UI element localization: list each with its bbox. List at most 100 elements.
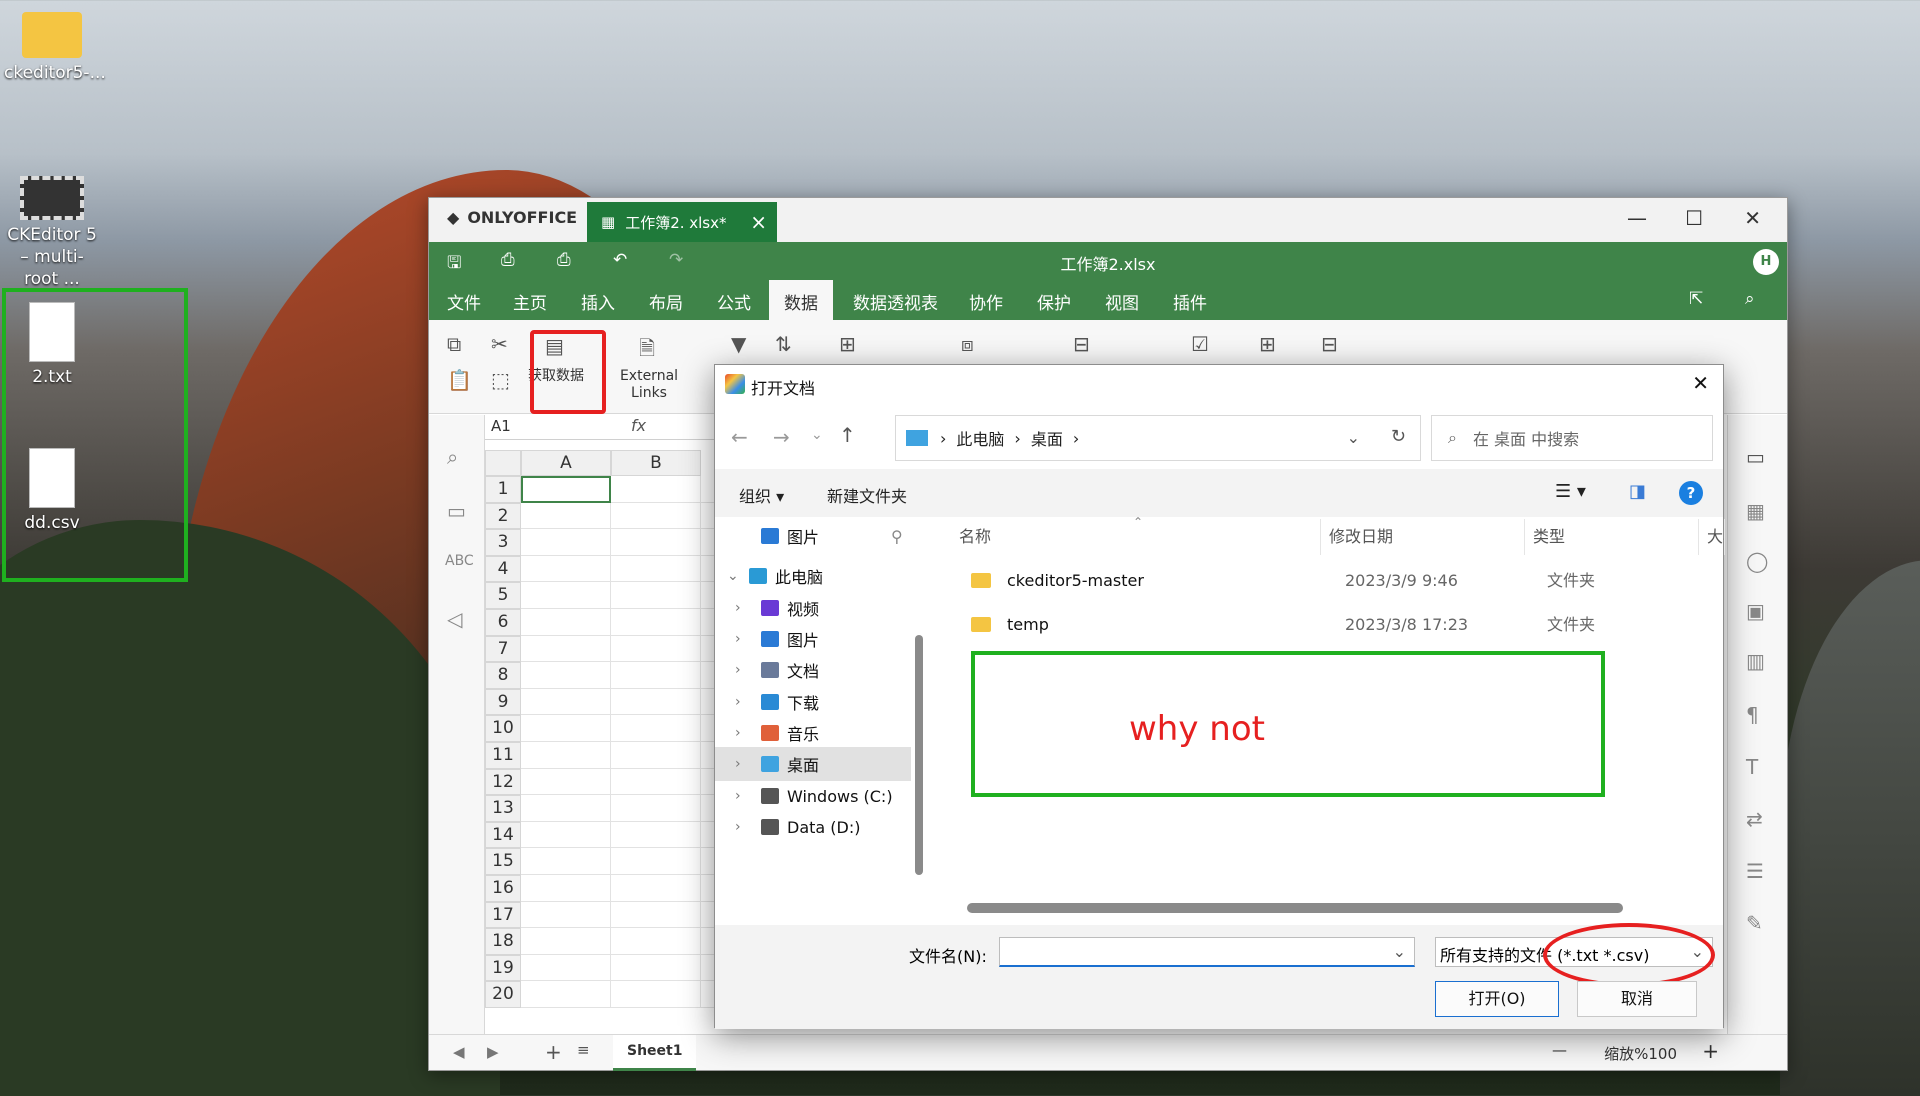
search-input[interactable]: ⌕ 在 桌面 中搜索 bbox=[1431, 415, 1713, 461]
forward-icon[interactable]: → bbox=[773, 425, 790, 449]
selected-cell[interactable] bbox=[521, 476, 611, 503]
tab-file[interactable]: 文件 bbox=[447, 289, 481, 314]
row-header[interactable]: 10 bbox=[485, 715, 521, 742]
nav-item[interactable]: ⌄ 此电脑 bbox=[715, 559, 911, 593]
expand-right-icon[interactable]: › bbox=[735, 631, 741, 647]
column-size[interactable]: 大小 bbox=[1699, 519, 1725, 555]
breadcrumb-this-pc[interactable]: 此电脑 bbox=[956, 426, 1004, 450]
horizontal-scrollbar[interactable] bbox=[967, 903, 1623, 913]
search-icon[interactable]: ⌕ bbox=[1745, 289, 1755, 309]
nav-item[interactable]: › 图片 bbox=[715, 622, 911, 656]
organize-menu[interactable]: 组织 ▾ bbox=[739, 483, 784, 507]
row-header[interactable]: 18 bbox=[485, 928, 521, 955]
nav-item[interactable]: › Windows (C:) bbox=[715, 779, 911, 813]
cell-settings-icon[interactable]: ▭ bbox=[1746, 445, 1765, 469]
nav-item[interactable]: › 下载 bbox=[715, 685, 911, 719]
fx-icon[interactable]: fx bbox=[631, 416, 646, 435]
paste-icon[interactable]: 📋 bbox=[447, 368, 472, 392]
expand-right-icon[interactable]: › bbox=[735, 756, 741, 772]
comments-icon[interactable]: ▭ bbox=[447, 499, 466, 523]
column-header-b[interactable]: B bbox=[611, 450, 701, 476]
signature-icon[interactable]: ✎ bbox=[1746, 911, 1763, 935]
address-bar[interactable]: › 此电脑 › 桌面 › ⌄ ↻ bbox=[895, 415, 1421, 461]
desktop-icon-2txt[interactable]: 2.txt bbox=[4, 302, 100, 388]
nav-item[interactable]: 图片 ⚲ bbox=[715, 519, 911, 553]
filename-dropdown-icon[interactable]: ⌄ bbox=[1393, 942, 1406, 961]
expand-right-icon[interactable]: › bbox=[735, 788, 741, 804]
remove-duplicates-icon[interactable]: ⧈ bbox=[961, 332, 974, 356]
document-tab[interactable]: ▦ 工作簿2. xlsx* × bbox=[587, 202, 777, 242]
help-icon[interactable]: ? bbox=[1679, 481, 1703, 505]
file-row[interactable]: temp 2023/3/8 17:23 文件夹 bbox=[939, 603, 1699, 647]
tab-view[interactable]: 视图 bbox=[1105, 289, 1139, 314]
external-links-button[interactable]: 🗎 External Links bbox=[609, 330, 689, 406]
nav-item[interactable]: › Data (D:) bbox=[715, 810, 911, 844]
filter-icon[interactable]: ▼ bbox=[731, 332, 746, 356]
column-date[interactable]: 修改日期 bbox=[1321, 519, 1525, 555]
nav-scrollbar[interactable] bbox=[915, 635, 923, 875]
nav-item[interactable]: › 文档 bbox=[715, 653, 911, 687]
open-location-icon[interactable]: ⇱ bbox=[1689, 289, 1703, 309]
back-icon[interactable]: ← bbox=[731, 425, 748, 449]
row-header[interactable]: 9 bbox=[485, 688, 521, 716]
row-header[interactable]: 5 bbox=[485, 582, 521, 609]
tab-layout[interactable]: 布局 bbox=[649, 289, 683, 314]
tab-home[interactable]: 主页 bbox=[513, 289, 547, 314]
cut-icon[interactable]: ✂ bbox=[491, 332, 508, 356]
tab-protect[interactable]: 保护 bbox=[1037, 289, 1071, 314]
insert-column-icon[interactable]: ⊞ bbox=[1259, 332, 1276, 356]
row-header[interactable]: 14 bbox=[485, 821, 521, 849]
refresh-icon[interactable]: ↻ bbox=[1391, 426, 1406, 447]
zoom-out-icon[interactable]: — bbox=[1552, 1041, 1567, 1059]
row-header[interactable]: 4 bbox=[485, 555, 521, 583]
expand-right-icon[interactable]: › bbox=[735, 725, 741, 741]
close-tab-icon[interactable]: × bbox=[750, 210, 767, 234]
next-sheet-icon[interactable]: ▶ bbox=[487, 1043, 499, 1061]
nav-item[interactable]: › 桌面 bbox=[715, 747, 911, 781]
file-row[interactable]: ckeditor5-master 2023/3/9 9:46 文件夹 bbox=[939, 559, 1699, 603]
row-header[interactable]: 13 bbox=[485, 795, 521, 822]
recent-locations-icon[interactable]: ⌄ bbox=[811, 427, 823, 443]
expand-right-icon[interactable]: › bbox=[735, 819, 741, 835]
group-icon[interactable]: ⊟ bbox=[1073, 332, 1090, 356]
row-header[interactable]: 8 bbox=[485, 662, 521, 689]
desktop-icon-video[interactable]: CKEditor 5 – multi-root ... bbox=[4, 176, 100, 290]
row-header[interactable]: 3 bbox=[485, 529, 521, 556]
tab-insert[interactable]: 插入 bbox=[581, 289, 615, 314]
tab-formula[interactable]: 公式 bbox=[717, 289, 751, 314]
pivot-settings-icon[interactable]: ⇄ bbox=[1746, 807, 1763, 831]
column-header[interactable] bbox=[485, 450, 521, 476]
data-validation-icon[interactable]: ☑ bbox=[1191, 332, 1209, 356]
row-header[interactable]: 7 bbox=[485, 635, 521, 663]
column-type[interactable]: 类型 bbox=[1525, 519, 1699, 555]
cancel-button[interactable]: 取消 bbox=[1577, 981, 1697, 1017]
search-icon[interactable]: ⌕ bbox=[447, 445, 458, 469]
maximize-button[interactable]: ☐ bbox=[1685, 206, 1703, 230]
zoom-in-icon[interactable]: + bbox=[1702, 1039, 1719, 1063]
breadcrumb-desktop[interactable]: 桌面 bbox=[1031, 426, 1063, 450]
delete-column-icon[interactable]: ⊟ bbox=[1321, 332, 1338, 356]
tab-data[interactable]: 数据 bbox=[769, 280, 833, 320]
expand-right-icon[interactable]: › bbox=[735, 694, 741, 710]
prev-sheet-icon[interactable]: ◀ bbox=[453, 1043, 465, 1061]
row-header[interactable]: 2 bbox=[485, 502, 521, 530]
row-header[interactable]: 19 bbox=[485, 954, 521, 982]
shape-settings-icon[interactable]: ◯ bbox=[1746, 549, 1768, 573]
sort-icon[interactable]: ⇅ bbox=[775, 332, 792, 356]
desktop-icon-ddcsv[interactable]: dd.csv bbox=[4, 448, 100, 534]
paragraph-settings-icon[interactable]: ¶ bbox=[1746, 703, 1759, 727]
avatar[interactable]: H bbox=[1753, 249, 1779, 275]
name-box[interactable]: A1 bbox=[491, 417, 511, 435]
new-folder-button[interactable]: 新建文件夹 bbox=[827, 483, 907, 507]
row-header[interactable]: 17 bbox=[485, 901, 521, 929]
row-header[interactable]: 15 bbox=[485, 848, 521, 875]
row-header[interactable]: 6 bbox=[485, 609, 521, 636]
view-options-icon[interactable]: ☰ ▾ bbox=[1555, 481, 1586, 502]
tab-pivot[interactable]: 数据透视表 bbox=[853, 289, 938, 314]
tab-collaborate[interactable]: 协作 bbox=[969, 289, 1003, 314]
expand-right-icon[interactable]: › bbox=[735, 662, 741, 678]
row-header[interactable]: 12 bbox=[485, 768, 521, 796]
row-header[interactable]: 1 bbox=[485, 476, 521, 503]
column-header-a[interactable]: A bbox=[521, 450, 611, 476]
desktop-icon-folder[interactable]: ckeditor5-... bbox=[4, 12, 106, 84]
